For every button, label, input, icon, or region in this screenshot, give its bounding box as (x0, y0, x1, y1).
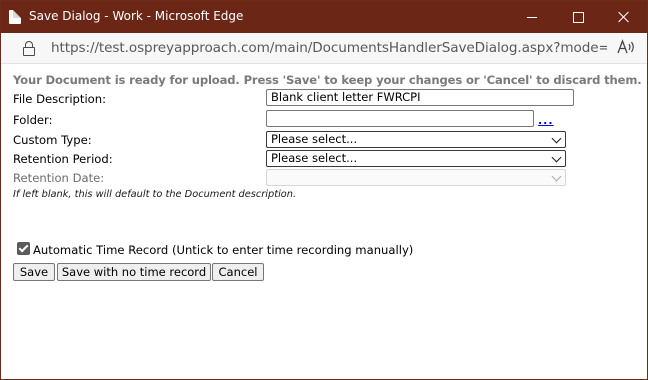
auto-time-record-label[interactable]: Automatic Time Record (Untick to enter t… (33, 243, 413, 257)
document-icon (9, 10, 21, 24)
url-field[interactable]: https://test.ospreyapproach.com/main/Doc… (51, 40, 607, 56)
retention-period-label: Retention Period: (13, 152, 113, 166)
ready-message: Your Document is ready for upload. Press… (13, 73, 642, 87)
auto-time-record-checkbox[interactable] (17, 242, 30, 255)
retention-period-select[interactable]: Please select... (266, 150, 566, 167)
custom-type-select[interactable]: Please select... (266, 131, 566, 148)
close-icon (618, 11, 630, 23)
read-aloud-icon[interactable] (617, 39, 637, 59)
save-button[interactable]: Save (13, 263, 55, 281)
chevron-down-icon (551, 152, 562, 163)
dialog-content: Your Document is ready for upload. Press… (1, 64, 647, 379)
title-bar[interactable]: Save Dialog - Work - Microsoft Edge (1, 1, 647, 33)
address-bar: https://test.ospreyapproach.com/main/Doc… (1, 33, 647, 64)
retention-date-select (266, 169, 566, 186)
custom-type-selected: Please select... (271, 132, 358, 146)
lock-icon[interactable] (23, 41, 35, 56)
file-description-label: File Description: (13, 92, 107, 106)
folder-input[interactable] (266, 110, 534, 127)
cancel-button[interactable]: Cancel (212, 263, 264, 281)
close-button[interactable] (601, 1, 647, 33)
minimize-icon (527, 16, 537, 18)
chevron-down-icon (551, 133, 562, 144)
folder-label: Folder: (13, 113, 53, 127)
folder-browse-link[interactable]: ... (538, 114, 554, 127)
description-hint: If left blank, this will default to the … (13, 189, 297, 200)
custom-type-label: Custom Type: (13, 133, 92, 147)
window-title: Save Dialog - Work - Microsoft Edge (29, 9, 244, 23)
maximize-button[interactable] (555, 1, 601, 33)
retention-date-label: Retention Date: (13, 171, 105, 185)
chevron-down-icon (551, 171, 562, 182)
browser-window: Save Dialog - Work - Microsoft Edge http… (0, 0, 648, 380)
file-description-input[interactable]: Blank client letter FWRCPI (266, 89, 574, 106)
retention-period-selected: Please select... (271, 151, 358, 165)
save-no-time-record-button[interactable]: Save with no time record (57, 263, 211, 281)
minimize-button[interactable] (509, 1, 555, 33)
maximize-icon (572, 11, 584, 23)
